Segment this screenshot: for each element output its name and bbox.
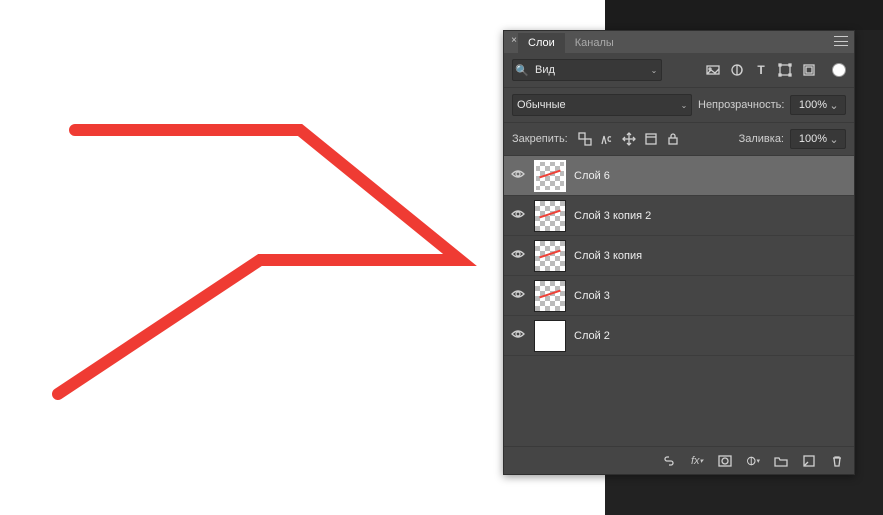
lock-transparency-icon[interactable] [578,132,592,146]
opacity-value: 100% [799,99,827,111]
panel-titlebar: × Слои Каналы [504,31,854,53]
fill-label: Заливка: [739,133,784,145]
panel-footer: fx▾ ▾ [504,446,854,474]
lock-label: Закрепить: [512,133,568,145]
layer-thumbnail[interactable] [534,240,566,272]
lock-pixels-icon[interactable] [600,132,614,146]
panel-menu-icon[interactable] [834,36,848,46]
new-group-icon[interactable] [774,454,788,468]
layer-name[interactable]: Слой 3 [574,290,610,302]
new-layer-icon[interactable] [802,454,816,468]
tab-channels[interactable]: Каналы [565,33,624,53]
search-icon: 🔍 [513,64,531,77]
filter-toggle-icon[interactable] [832,63,846,77]
add-adjustment-icon[interactable]: ▾ [746,454,760,468]
filter-type-icon[interactable]: T [754,63,768,77]
layer-thumbnail[interactable] [534,160,566,192]
delete-layer-icon[interactable] [830,454,844,468]
fill-value: 100% [799,133,827,145]
link-layers-icon[interactable] [662,454,676,468]
opacity-label: Непрозрачность: [698,99,784,111]
layer-fx-icon[interactable]: fx▾ [690,454,704,468]
filter-smart-icon[interactable] [802,63,816,77]
layer-name[interactable]: Слой 6 [574,170,610,182]
filter-type-icons: T [706,63,846,77]
lock-all-icon[interactable] [666,132,680,146]
chevron-down-icon: ⌄ [647,66,661,75]
filter-adjust-icon[interactable] [730,63,744,77]
layer-row[interactable]: Слой 3 копия 2 [504,196,854,236]
add-mask-icon[interactable] [718,454,732,468]
layer-filter-dropdown[interactable]: 🔍 Вид ⌄ [512,59,662,81]
layer-row[interactable]: Слой 3 [504,276,854,316]
layer-thumbnail[interactable] [534,320,566,352]
lock-artboard-icon[interactable] [644,132,658,146]
toolbar-strip [605,0,883,30]
opacity-input[interactable]: 100% ⌄ [790,95,846,115]
tab-layers[interactable]: Слои [518,33,565,53]
layer-row[interactable]: Слой 6 [504,156,854,196]
blend-mode-dropdown[interactable]: Обычные ⌄ [512,94,692,116]
layer-row[interactable]: Слой 3 копия [504,236,854,276]
layer-name[interactable]: Слой 2 [574,330,610,342]
visibility-icon[interactable] [510,167,526,184]
filter-label: Вид [531,64,647,76]
visibility-icon[interactable] [510,207,526,224]
chevron-down-icon: ⌄ [827,133,841,146]
layer-name[interactable]: Слой 3 копия 2 [574,210,651,222]
lock-row: Закрепить: Заливка: 100% ⌄ [504,123,854,156]
fill-input[interactable]: 100% ⌄ [790,129,846,149]
visibility-icon[interactable] [510,287,526,304]
blend-row: Обычные ⌄ Непрозрачность: 100% ⌄ [504,88,854,123]
lock-icons [578,132,680,146]
blend-mode-value: Обычные [513,99,677,111]
visibility-icon[interactable] [510,247,526,264]
layers-panel: × Слои Каналы 🔍 Вид ⌄ T Обычные ⌄ Непроз… [503,30,855,475]
layer-thumbnail[interactable] [534,280,566,312]
visibility-icon[interactable] [510,327,526,344]
filter-row: 🔍 Вид ⌄ T [504,53,854,88]
chevron-down-icon: ⌄ [677,101,691,110]
layer-thumbnail[interactable] [534,200,566,232]
layer-row[interactable]: Слой 2 [504,316,854,356]
panel-tabs: Слои Каналы [518,31,624,53]
close-icon[interactable]: × [508,35,520,47]
lock-position-icon[interactable] [622,132,636,146]
filter-pixel-icon[interactable] [706,63,720,77]
filter-shape-icon[interactable] [778,63,792,77]
layers-list[interactable]: Слой 6 Слой 3 копия 2 Слой 3 копия Слой 3 Сл… [504,156,854,446]
layer-name[interactable]: Слой 3 копия [574,250,642,262]
chevron-down-icon: ⌄ [827,99,841,112]
